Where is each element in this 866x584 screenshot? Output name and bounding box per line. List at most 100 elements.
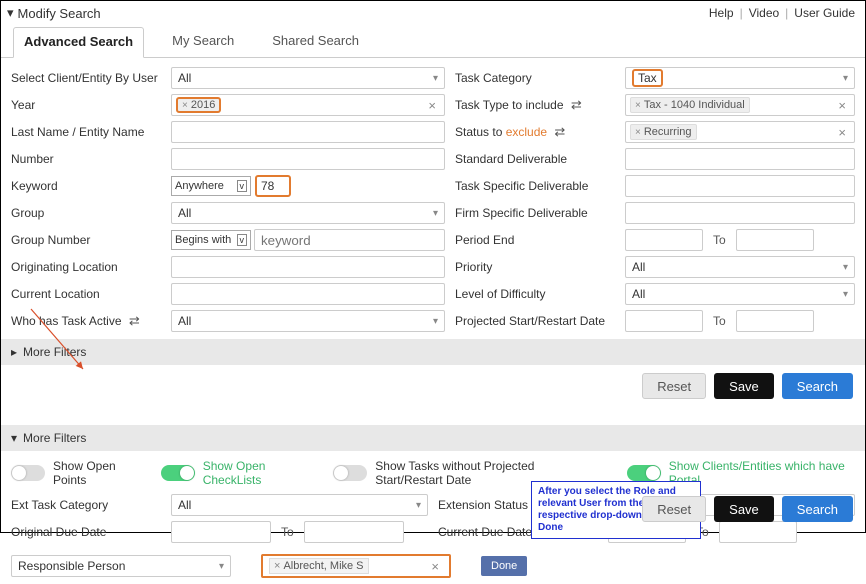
top-links: Help | Video | User Guide	[709, 6, 855, 20]
responsible-person-chip-text: Albrecht, Mike S	[283, 560, 363, 572]
keyword-input[interactable]: 78	[255, 175, 291, 197]
task-type-chip-text: Tax - 1040 Individual	[644, 99, 745, 111]
save-button[interactable]: Save	[714, 373, 774, 399]
task-type-chip[interactable]: × Tax - 1040 Individual	[630, 97, 750, 113]
remove-chip-icon[interactable]: ×	[635, 100, 641, 111]
toggle-without-projected[interactable]	[333, 465, 367, 481]
number-label: Number	[11, 152, 171, 166]
dropdown-icon: v	[237, 180, 248, 192]
toggle-have-portal[interactable]	[627, 465, 661, 481]
keyword-mode-select[interactable]: Anywhere v	[171, 176, 251, 196]
button-row-top: Reset Save Search	[1, 365, 865, 407]
orig-due-to-input[interactable]	[304, 521, 404, 543]
task-deliv-label: Task Specific Deliverable	[455, 179, 625, 193]
video-link[interactable]: Video	[749, 6, 779, 20]
proj-start-from-input[interactable]	[625, 310, 703, 332]
responsible-person-dropdown[interactable]: Responsible Person ▾	[11, 555, 231, 577]
proj-start-to-input[interactable]	[736, 310, 814, 332]
ext-task-cat-label: Ext Task Category	[11, 498, 171, 512]
group-number-mode-value: Begins with	[175, 234, 231, 246]
modify-search-toggle[interactable]: ▾ Modify Search	[7, 5, 101, 21]
select-client-value: All	[178, 71, 191, 85]
keyword-mode-value: Anywhere	[175, 180, 224, 192]
task-type-input[interactable]: × Tax - 1040 Individual ×	[625, 94, 855, 116]
select-client-label: Select Client/Entity By User	[11, 71, 171, 85]
reset-button[interactable]: Reset	[642, 496, 706, 522]
group-number-label: Group Number	[11, 233, 171, 247]
status-exclude-text: exclude	[506, 125, 547, 139]
more-left-column: Ext Task Category All ▾ Original Due Dat…	[11, 493, 428, 544]
year-input[interactable]: × 2016 ×	[171, 94, 445, 116]
who-active-value: All	[178, 314, 191, 328]
group-dropdown[interactable]: All ▾	[171, 202, 445, 224]
toggle-open-checklists[interactable]	[161, 465, 195, 481]
firm-deliv-input[interactable]	[625, 202, 855, 224]
responsible-person-chip[interactable]: × Albrecht, Mike S	[269, 558, 369, 574]
difficulty-dropdown[interactable]: All ▾	[625, 283, 855, 305]
done-button[interactable]: Done	[481, 556, 527, 576]
to-label: To	[275, 525, 300, 539]
help-link[interactable]: Help	[709, 6, 734, 20]
swap-icon[interactable]: ⇄	[554, 124, 565, 139]
task-category-dropdown[interactable]: Tax ▾	[625, 67, 855, 89]
period-end-from-input[interactable]	[625, 229, 703, 251]
toggle-open-points-label: Show Open Points	[53, 459, 139, 487]
caret-down-icon: ▾	[219, 561, 224, 572]
tab-advanced-search[interactable]: Advanced Search	[13, 27, 144, 58]
toggle-open-points[interactable]	[11, 465, 45, 481]
caret-down-icon: ▾	[433, 208, 438, 219]
group-value: All	[178, 206, 191, 220]
curr-location-input[interactable]	[171, 283, 445, 305]
swap-icon[interactable]: ⇄	[571, 97, 582, 112]
group-number-mode-select[interactable]: Begins with v	[171, 230, 251, 250]
task-category-label: Task Category	[455, 71, 625, 85]
std-deliv-input[interactable]	[625, 148, 855, 170]
clear-task-type-icon[interactable]: ×	[834, 98, 850, 113]
separator: |	[740, 6, 743, 20]
more-filters-toggle-expanded[interactable]: ▾ More Filters	[1, 425, 865, 451]
clear-status-icon[interactable]: ×	[834, 125, 850, 140]
search-button[interactable]: Search	[782, 373, 853, 399]
select-client-dropdown[interactable]: All ▾	[171, 67, 445, 89]
tab-shared-search[interactable]: Shared Search	[262, 27, 369, 57]
search-button[interactable]: Search	[782, 496, 853, 522]
orig-due-from-input[interactable]	[171, 521, 271, 543]
number-input[interactable]	[171, 148, 445, 170]
who-active-label: Who has Task Active ⇄	[11, 313, 171, 329]
status-input[interactable]: × Recurring ×	[625, 121, 855, 143]
group-number-input[interactable]	[254, 229, 445, 251]
reset-button[interactable]: Reset	[642, 373, 706, 399]
priority-label: Priority	[455, 260, 625, 274]
save-button[interactable]: Save	[714, 496, 774, 522]
keyword-value: 78	[261, 179, 274, 193]
caret-down-icon: ▾	[7, 5, 14, 21]
caret-down-icon: ▾	[416, 500, 421, 511]
swap-icon[interactable]: ⇄	[129, 313, 140, 328]
ext-task-cat-value: All	[178, 498, 191, 512]
group-label: Group	[11, 206, 171, 220]
clear-responsible-icon[interactable]: ×	[427, 559, 443, 574]
remove-chip-icon[interactable]: ×	[274, 560, 280, 572]
proj-start-label: Projected Start/Restart Date	[455, 314, 625, 328]
who-active-dropdown[interactable]: All ▾	[171, 310, 445, 332]
last-name-input[interactable]	[171, 121, 445, 143]
clear-year-icon[interactable]: ×	[424, 98, 440, 113]
period-end-to-input[interactable]	[736, 229, 814, 251]
caret-down-icon: ▾	[433, 73, 438, 84]
ext-task-cat-dropdown[interactable]: All ▾	[171, 494, 428, 516]
status-chip[interactable]: × Recurring	[630, 124, 697, 140]
left-column: Select Client/Entity By User All ▾ Year …	[11, 66, 445, 333]
user-guide-link[interactable]: User Guide	[794, 6, 855, 20]
to-label: To	[707, 233, 732, 247]
orig-location-input[interactable]	[171, 256, 445, 278]
tab-my-search[interactable]: My Search	[162, 27, 244, 57]
priority-dropdown[interactable]: All ▾	[625, 256, 855, 278]
caret-down-icon: ▾	[843, 73, 848, 84]
responsible-person-chipbox[interactable]: × Albrecht, Mike S ×	[261, 554, 451, 578]
more-filters-toggle-collapsed[interactable]: ▸ More Filters	[1, 339, 865, 365]
remove-chip-icon[interactable]: ×	[635, 127, 641, 138]
difficulty-label: Level of Difficulty	[455, 287, 625, 301]
year-chip[interactable]: × 2016	[176, 97, 221, 113]
task-deliv-input[interactable]	[625, 175, 855, 197]
remove-chip-icon[interactable]: ×	[182, 100, 188, 111]
